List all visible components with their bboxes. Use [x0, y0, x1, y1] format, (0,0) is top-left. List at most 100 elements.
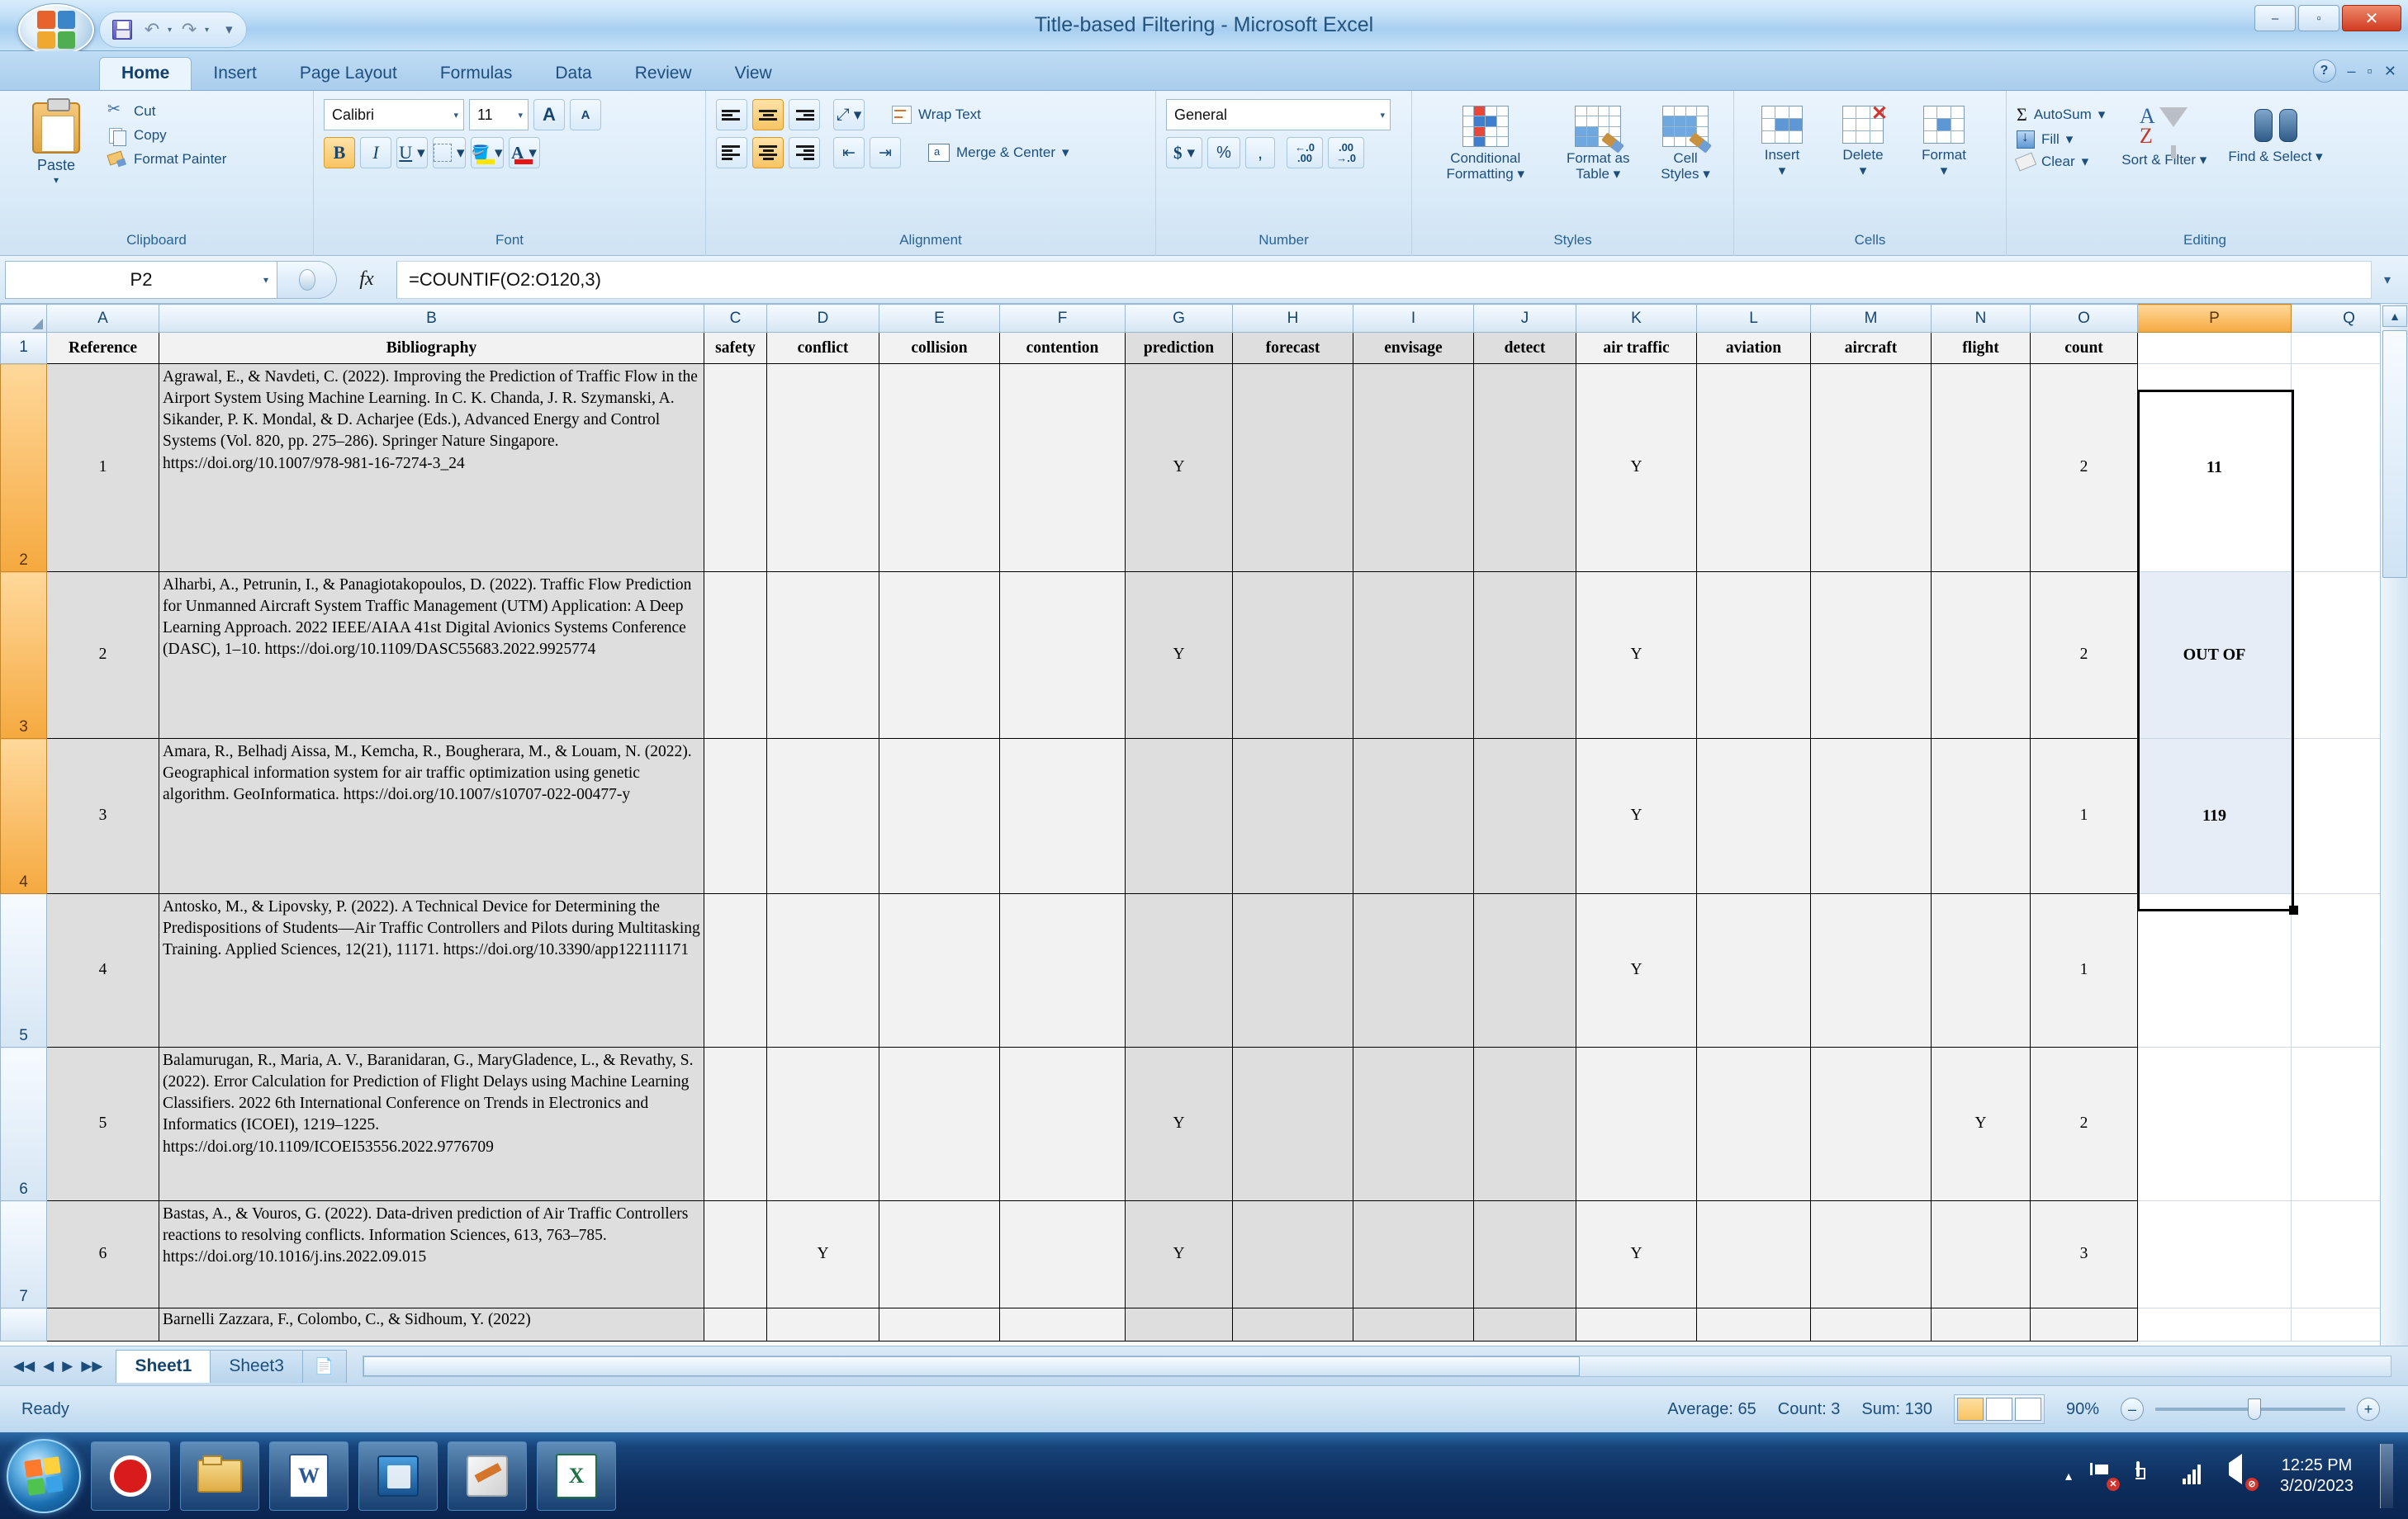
cell-H5[interactable] — [1232, 893, 1353, 1048]
next-sheet-button[interactable]: ▶ — [62, 1358, 73, 1375]
cell-G7[interactable]: Y — [1125, 1200, 1233, 1308]
zoom-out-button[interactable]: – — [2121, 1398, 2144, 1421]
action-center-icon[interactable]: ✕ — [2090, 1462, 2121, 1491]
row-header-2[interactable]: 2 — [0, 363, 47, 572]
prev-sheet-button[interactable]: ◀ — [43, 1358, 54, 1375]
cell-P6[interactable] — [2137, 1047, 2292, 1201]
cell-B2[interactable]: Agrawal, E., & Navdeti, C. (2022). Impro… — [159, 363, 704, 572]
taskbar-item-opera[interactable] — [91, 1441, 170, 1511]
cell-M1[interactable]: aircraft — [1810, 332, 1932, 364]
cell-K7[interactable]: Y — [1576, 1200, 1697, 1308]
orientation-caret[interactable]: ▾ — [854, 106, 862, 125]
cell-L7[interactable] — [1696, 1200, 1811, 1308]
cell-K5[interactable]: Y — [1576, 893, 1697, 1048]
cell-H2[interactable] — [1232, 363, 1353, 572]
formula-input[interactable]: =COUNTIF(O2:O120,3) — [396, 260, 2372, 299]
orientation-button[interactable]: ⤢ ▾ — [833, 99, 865, 130]
cell-B4[interactable]: Amara, R., Belhadj Aissa, M., Kemcha, R.… — [159, 738, 704, 894]
close-button[interactable]: ✕ — [2342, 5, 2401, 31]
close-workbook-button[interactable]: ✕ — [2384, 63, 2396, 80]
cell-C6[interactable] — [704, 1047, 767, 1201]
cell-J5[interactable] — [1473, 893, 1576, 1048]
cell-E2[interactable] — [879, 363, 1000, 572]
cell-N6[interactable]: Y — [1931, 1047, 2031, 1201]
find-select-button[interactable]: Find & Select ▾ — [2223, 102, 2327, 166]
cell-P1[interactable] — [2137, 332, 2292, 364]
cell-J7[interactable] — [1473, 1200, 1576, 1308]
align-middle-button[interactable] — [752, 99, 784, 130]
cell-F4[interactable] — [999, 738, 1126, 894]
cell-O4[interactable]: 1 — [2030, 738, 2138, 894]
tab-home[interactable]: Home — [99, 57, 192, 90]
col-header-C[interactable]: C — [704, 304, 767, 333]
format-caret[interactable]: ▾ — [1941, 163, 1948, 178]
col-header-E[interactable]: E — [879, 304, 1000, 333]
cell-A1[interactable]: Reference — [46, 332, 159, 364]
clear-button[interactable]: Clear ▾ — [2014, 152, 2105, 172]
cell-F3[interactable] — [999, 571, 1126, 739]
col-header-M[interactable]: M — [1810, 304, 1932, 333]
col-header-F[interactable]: F — [999, 304, 1126, 333]
autosum-button[interactable]: Σ AutoSum ▾ — [2017, 104, 2105, 125]
row-header-4[interactable]: 4 — [0, 738, 47, 894]
cell-L3[interactable] — [1696, 571, 1811, 739]
find-select-caret[interactable]: ▾ — [2316, 149, 2323, 164]
cell-E6[interactable] — [879, 1047, 1000, 1201]
format-painter-button[interactable]: Format Painter — [107, 150, 226, 168]
cell-C3[interactable] — [704, 571, 767, 739]
paste-dropdown-caret[interactable]: ▾ — [54, 174, 59, 186]
cell-D2[interactable] — [766, 363, 879, 572]
format-cells-button[interactable]: Format ▾ — [1906, 104, 1982, 180]
help-icon[interactable]: ? — [2312, 59, 2336, 83]
minimize-ribbon-button[interactable]: – — [2348, 63, 2356, 80]
cell-J4[interactable] — [1473, 738, 1576, 894]
cell-L5[interactable] — [1696, 893, 1811, 1048]
shrink-font-button[interactable]: A — [570, 99, 601, 130]
cell-L4[interactable] — [1696, 738, 1811, 894]
cell-I4[interactable] — [1353, 738, 1474, 894]
row-header-1[interactable]: 1 — [0, 332, 47, 364]
show-desktop-button[interactable] — [2380, 1443, 2393, 1508]
merge-center-caret[interactable]: ▾ — [1062, 144, 1069, 161]
cell-A6[interactable]: 5 — [46, 1047, 159, 1201]
name-box-caret[interactable]: ▾ — [263, 274, 268, 286]
cell-M5[interactable] — [1810, 893, 1932, 1048]
cell-K2[interactable]: Y — [1576, 363, 1697, 572]
cell-N1[interactable]: flight — [1931, 332, 2031, 364]
page-layout-view-button[interactable] — [1985, 1398, 2012, 1421]
align-bottom-button[interactable] — [789, 99, 820, 130]
cell-C2[interactable] — [704, 363, 767, 572]
underline-caret[interactable]: ▾ — [417, 144, 425, 163]
accounting-format-button[interactable]: $ ▾ — [1166, 137, 1202, 168]
col-header-N[interactable]: N — [1931, 304, 2031, 333]
cell-D3[interactable] — [766, 571, 879, 739]
col-header-B[interactable]: B — [159, 304, 704, 333]
selection-fill-handle[interactable] — [2289, 906, 2298, 915]
grow-font-button[interactable]: A — [533, 99, 565, 130]
cell-N5[interactable] — [1931, 893, 2031, 1048]
cell-D4[interactable] — [766, 738, 879, 894]
col-header-D[interactable]: D — [766, 304, 879, 333]
cell-O5[interactable]: 1 — [2030, 893, 2138, 1048]
col-header-L[interactable]: L — [1696, 304, 1811, 333]
cell-K8[interactable] — [1576, 1308, 1697, 1342]
increase-indent-button[interactable]: ⇥ — [870, 137, 901, 168]
row-header-3[interactable]: 3 — [0, 571, 47, 739]
vertical-scrollbar[interactable]: ▲ — [2380, 304, 2408, 1346]
select-all-corner[interactable] — [0, 304, 47, 333]
zoom-slider-thumb[interactable] — [2248, 1398, 2261, 1420]
cell-M7[interactable] — [1810, 1200, 1932, 1308]
italic-button[interactable]: I — [360, 137, 391, 168]
cell-J1[interactable]: detect — [1473, 332, 1576, 364]
start-button[interactable] — [7, 1438, 81, 1513]
cell-G6[interactable]: Y — [1125, 1047, 1233, 1201]
cell-F1[interactable]: contention — [999, 332, 1126, 364]
cell-L8[interactable] — [1696, 1308, 1811, 1342]
cell-O7[interactable]: 3 — [2030, 1200, 2138, 1308]
cell-styles-caret[interactable]: ▾ — [1703, 166, 1710, 182]
cell-C1[interactable]: safety — [704, 332, 767, 364]
tab-data[interactable]: Data — [533, 58, 613, 90]
cell-K1[interactable]: air traffic — [1576, 332, 1697, 364]
restore-workbook-button[interactable]: ▫ — [2368, 63, 2372, 80]
cell-J2[interactable] — [1473, 363, 1576, 572]
